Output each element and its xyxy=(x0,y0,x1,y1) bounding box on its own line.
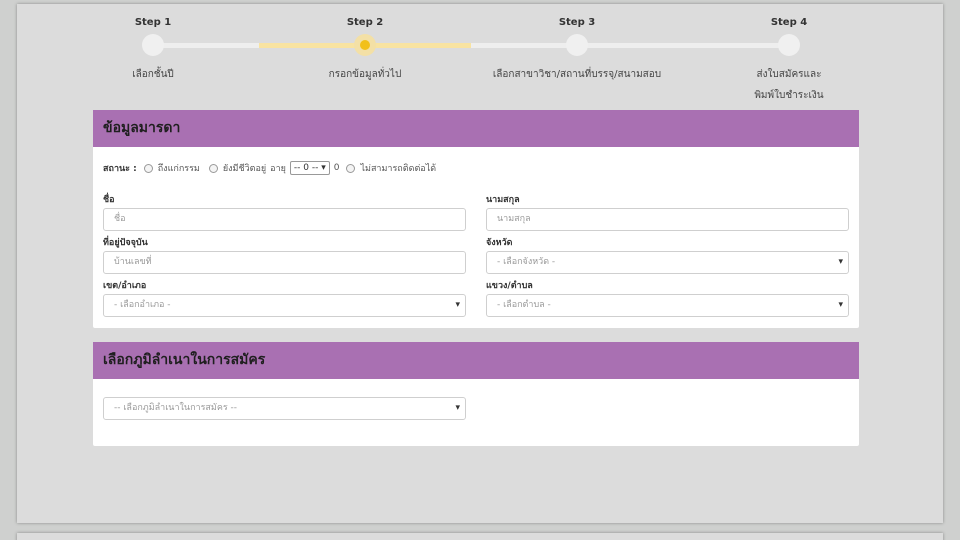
status-option-alive[interactable]: ยังมีชีวิตอยู่ xyxy=(208,161,267,175)
radio-unreachable[interactable] xyxy=(346,163,356,173)
first-name-label: ชื่อ xyxy=(103,195,115,205)
address-input[interactable]: บ้านเลขที่ xyxy=(103,251,466,274)
step-3-desc: เลือกสาขาวิชา/สถานที่บรรจุ/สนามสอบ xyxy=(492,69,662,80)
age-unit: 0 xyxy=(333,163,340,173)
step-track-1 xyxy=(153,43,259,48)
step-4-dot[interactable] xyxy=(778,34,800,56)
step-4-desc-line1: ส่งใบสมัครและ xyxy=(756,69,822,80)
domicile-panel: เลือกภูมิลำเนาในการสมัคร -- เลือกภูมิลำเ… xyxy=(93,342,859,446)
next-page-card xyxy=(17,533,943,540)
status-option-unreachable[interactable]: ไม่สามารถติดต่อได้ xyxy=(346,161,436,175)
district-select[interactable]: - เลือกอำเภอ - xyxy=(103,294,466,317)
province-label: จังหวัด xyxy=(486,238,513,248)
status-option-deceased-label: ถึงแก่กรรม xyxy=(157,164,200,174)
mother-info-panel: ข้อมูลมารดา สถานะ : ถึงแก่กรรม ยังมีชีวิ… xyxy=(93,110,859,328)
step-1-desc: เลือกชั้นปี xyxy=(132,69,174,80)
step-3-title: Step 3 xyxy=(558,17,596,28)
age-label: อายุ xyxy=(270,164,286,174)
status-option-alive-label: ยังมีชีวิตอยู่ xyxy=(222,164,267,174)
step-1-title: Step 1 xyxy=(134,17,172,28)
status-option-unreachable-label: ไม่สามารถติดต่อได้ xyxy=(360,164,437,174)
domicile-select[interactable]: -- เลือกภูมิลำเนาในการสมัคร -- xyxy=(103,397,466,420)
step-4-title: Step 4 xyxy=(770,17,808,28)
mother-panel-title: ข้อมูลมารดา xyxy=(93,110,859,147)
step-4-desc-line2: พิมพ์ใบชำระเงิน xyxy=(754,90,824,101)
last-name-label: นามสกุล xyxy=(486,195,520,205)
step-1-dot[interactable] xyxy=(142,34,164,56)
radio-alive[interactable] xyxy=(208,163,218,173)
address-label: ที่อยู่ปัจจุบัน xyxy=(103,238,148,248)
status-option-deceased[interactable]: ถึงแก่กรรม xyxy=(143,161,200,175)
subdistrict-label: แขวง/ตำบล xyxy=(486,281,533,291)
step-2-dot[interactable] xyxy=(354,34,376,56)
step-2-title: Step 2 xyxy=(346,17,384,28)
step-2-desc: กรอกข้อมูลทั่วไป xyxy=(328,69,402,80)
domicile-panel-title: เลือกภูมิลำเนาในการสมัคร xyxy=(93,342,859,379)
age-select[interactable]: -- 0 -- ▾ xyxy=(289,161,330,175)
age-select-value: -- 0 -- xyxy=(293,163,319,173)
status-label: สถานะ : xyxy=(103,164,137,174)
step-track-3 xyxy=(471,43,789,48)
radio-deceased[interactable] xyxy=(143,163,153,173)
subdistrict-select[interactable]: - เลือกตำบล - xyxy=(486,294,849,317)
last-name-input[interactable]: นามสกุล xyxy=(486,208,849,231)
district-label: เขต/อำเภอ xyxy=(103,281,147,291)
first-name-input[interactable]: ชื่อ xyxy=(103,208,466,231)
province-select[interactable]: - เลือกจังหวัด - xyxy=(486,251,849,274)
status-row: สถานะ : ถึงแก่กรรม ยังมีชีวิตอยู่ อายุ -… xyxy=(103,158,445,178)
step-3-dot[interactable] xyxy=(566,34,588,56)
